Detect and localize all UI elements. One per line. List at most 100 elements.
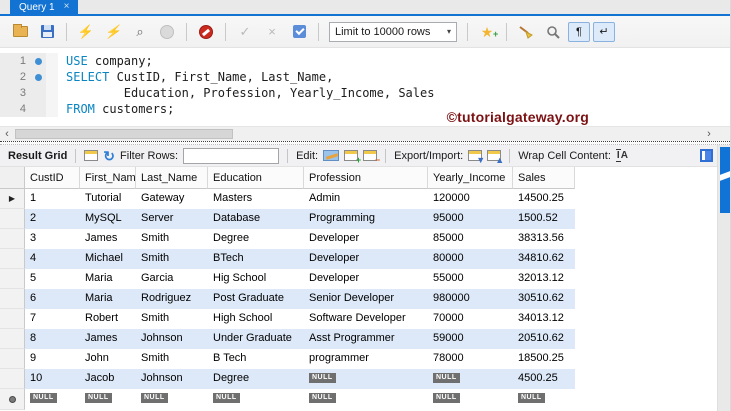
row-selector[interactable] bbox=[0, 369, 25, 389]
table-cell[interactable]: Hig School bbox=[208, 269, 304, 289]
result-vertical-scrollbar[interactable] bbox=[717, 145, 730, 411]
table-cell[interactable]: 3 bbox=[25, 229, 80, 249]
code-text[interactable]: USE company; bbox=[58, 54, 153, 68]
table-cell[interactable]: BTech bbox=[208, 249, 304, 269]
table-cell[interactable]: 34810.62 bbox=[513, 249, 575, 269]
table-cell[interactable]: Asst Programmer bbox=[304, 329, 428, 349]
table-cell[interactable]: Smith bbox=[136, 349, 208, 369]
table-cell[interactable]: Garcia bbox=[136, 269, 208, 289]
table-cell[interactable]: Maria bbox=[80, 289, 136, 309]
table-row[interactable]: 8 James Johnson Under Graduate Asst Programm… bbox=[0, 329, 730, 349]
column-header[interactable]: Profession bbox=[304, 167, 428, 189]
find-button[interactable] bbox=[541, 21, 565, 43]
scroll-left-arrow-icon[interactable]: ‹ bbox=[0, 127, 14, 141]
table-cell[interactable]: Degree bbox=[208, 229, 304, 249]
table-cell[interactable]: 8 bbox=[25, 329, 80, 349]
row-selector[interactable] bbox=[0, 229, 25, 249]
table-cell[interactable]: Johnson bbox=[136, 369, 208, 389]
editor-horizontal-scrollbar[interactable]: ‹ › bbox=[0, 126, 730, 141]
wrap-text-toggle[interactable]: ↵ bbox=[593, 21, 615, 42]
table-cell[interactable]: NULL bbox=[513, 389, 575, 410]
toggle-preview-panel-icon[interactable] bbox=[700, 149, 713, 162]
table-cell[interactable]: NULL bbox=[80, 389, 136, 410]
table-row[interactable]: 6 Maria Rodriguez Post Graduate Senior Devel… bbox=[0, 289, 730, 309]
table-row[interactable]: ▶ 1 Tutorial Gateway Masters Admin 120000 14500… bbox=[0, 189, 730, 209]
table-cell[interactable]: 38313.56 bbox=[513, 229, 575, 249]
table-cell[interactable]: 20510.62 bbox=[513, 329, 575, 349]
table-cell[interactable]: Michael bbox=[80, 249, 136, 269]
rollback-button[interactable]: × bbox=[260, 21, 284, 43]
table-cell[interactable]: Developer bbox=[304, 269, 428, 289]
table-cell[interactable]: James bbox=[80, 229, 136, 249]
commit-button[interactable]: ✓ bbox=[233, 21, 257, 43]
code-line[interactable]: 4 FROM customers; bbox=[0, 101, 730, 117]
table-cell[interactable]: Smith bbox=[136, 229, 208, 249]
table-cell[interactable]: Jacob bbox=[80, 369, 136, 389]
table-row[interactable]: 5 Maria Garcia Hig School Developer 55000 3201… bbox=[0, 269, 730, 289]
column-header[interactable]: First_Name bbox=[80, 167, 142, 189]
table-cell[interactable]: B Tech bbox=[208, 349, 304, 369]
table-cell[interactable]: John bbox=[80, 349, 136, 369]
table-cell[interactable]: NULL bbox=[428, 389, 513, 410]
table-cell[interactable]: 9 bbox=[25, 349, 80, 369]
column-header[interactable]: Last_Name bbox=[136, 167, 208, 189]
table-cell[interactable]: Maria bbox=[80, 269, 136, 289]
table-cell[interactable]: 1500.52 bbox=[513, 209, 575, 229]
table-cell[interactable]: Smith bbox=[136, 249, 208, 269]
open-script-button[interactable] bbox=[8, 21, 32, 43]
table-cell[interactable]: 5 bbox=[25, 269, 80, 289]
table-cell[interactable]: NULL bbox=[304, 389, 428, 410]
row-selector[interactable] bbox=[0, 349, 25, 369]
table-cell[interactable]: Rodriguez bbox=[136, 289, 208, 309]
table-cell[interactable]: 32013.12 bbox=[513, 269, 575, 289]
table-cell[interactable]: Database bbox=[208, 209, 304, 229]
table-cell[interactable]: James bbox=[80, 329, 136, 349]
table-cell[interactable]: High School bbox=[208, 309, 304, 329]
table-cell[interactable]: Programming bbox=[304, 209, 428, 229]
save-script-button[interactable] bbox=[35, 21, 59, 43]
delete-row-icon[interactable]: − bbox=[363, 150, 380, 165]
table-cell[interactable]: 34013.12 bbox=[513, 309, 575, 329]
execute-button[interactable]: ⚡ bbox=[74, 21, 98, 43]
import-records-icon[interactable]: ▲ bbox=[487, 150, 504, 165]
execute-current-statement-button[interactable]: ⚡ bbox=[101, 21, 125, 43]
code-line[interactable]: 3 Education, Profession, Yearly_Income, … bbox=[0, 85, 730, 101]
table-cell[interactable]: 980000 bbox=[428, 289, 513, 309]
code-line[interactable]: 2 SELECT CustID, First_Name, Last_Name, bbox=[0, 69, 730, 85]
table-row[interactable]: 4 Michael Smith BTech Developer 80000 34810.62 bbox=[0, 249, 730, 269]
table-row[interactable]: 7 Robert Smith High School Software Develope… bbox=[0, 309, 730, 329]
table-cell[interactable]: NULL bbox=[428, 369, 513, 389]
table-cell[interactable]: 80000 bbox=[428, 249, 513, 269]
tab-query-1[interactable]: Query 1 × bbox=[10, 0, 79, 14]
code-text[interactable]: Education, Profession, Yearly_Income, Sa… bbox=[58, 86, 435, 100]
filter-rows-input[interactable] bbox=[183, 147, 280, 164]
column-header[interactable]: CustID bbox=[25, 167, 80, 189]
wrap-cell-content-icon[interactable]: IA bbox=[615, 149, 628, 162]
row-selector[interactable] bbox=[0, 329, 25, 349]
table-cell[interactable]: MySQL bbox=[80, 209, 136, 229]
table-cell[interactable]: 18500.25 bbox=[513, 349, 575, 369]
code-text[interactable]: SELECT CustID, First_Name, Last_Name, bbox=[58, 70, 333, 84]
table-cell[interactable]: 78000 bbox=[428, 349, 513, 369]
refresh-icon[interactable]: ↻ bbox=[103, 149, 115, 163]
table-cell[interactable]: 14500.25 bbox=[513, 189, 575, 209]
table-cell[interactable]: Gateway bbox=[136, 189, 208, 209]
column-header[interactable]: Education bbox=[208, 167, 304, 189]
table-cell[interactable]: NULL bbox=[25, 389, 80, 410]
sql-editor[interactable]: 1 USE company; 2 SELECT CustID, First_Name,… bbox=[0, 48, 730, 126]
export-recordset-icon[interactable]: ▼ bbox=[468, 150, 485, 165]
row-selector[interactable]: ▶ bbox=[0, 189, 25, 209]
edit-pencil-icon[interactable] bbox=[323, 150, 340, 161]
table-cell[interactable]: 10 bbox=[25, 369, 80, 389]
table-cell[interactable]: 120000 bbox=[428, 189, 513, 209]
table-row[interactable]: 9 John Smith B Tech programmer 78000 18500.25 bbox=[0, 349, 730, 369]
table-cell[interactable]: 30510.62 bbox=[513, 289, 575, 309]
table-cell[interactable]: 4500.25 bbox=[513, 369, 575, 389]
table-cell[interactable]: Admin bbox=[304, 189, 428, 209]
table-cell[interactable]: Masters bbox=[208, 189, 304, 209]
table-cell[interactable]: Post Graduate bbox=[208, 289, 304, 309]
table-cell[interactable]: 85000 bbox=[428, 229, 513, 249]
table-cell[interactable]: NULL bbox=[304, 369, 428, 389]
horizontal-scrollbar-thumb[interactable] bbox=[15, 129, 233, 139]
table-row[interactable]: 3 James Smith Degree Developer 85000 38313.56 bbox=[0, 229, 730, 249]
